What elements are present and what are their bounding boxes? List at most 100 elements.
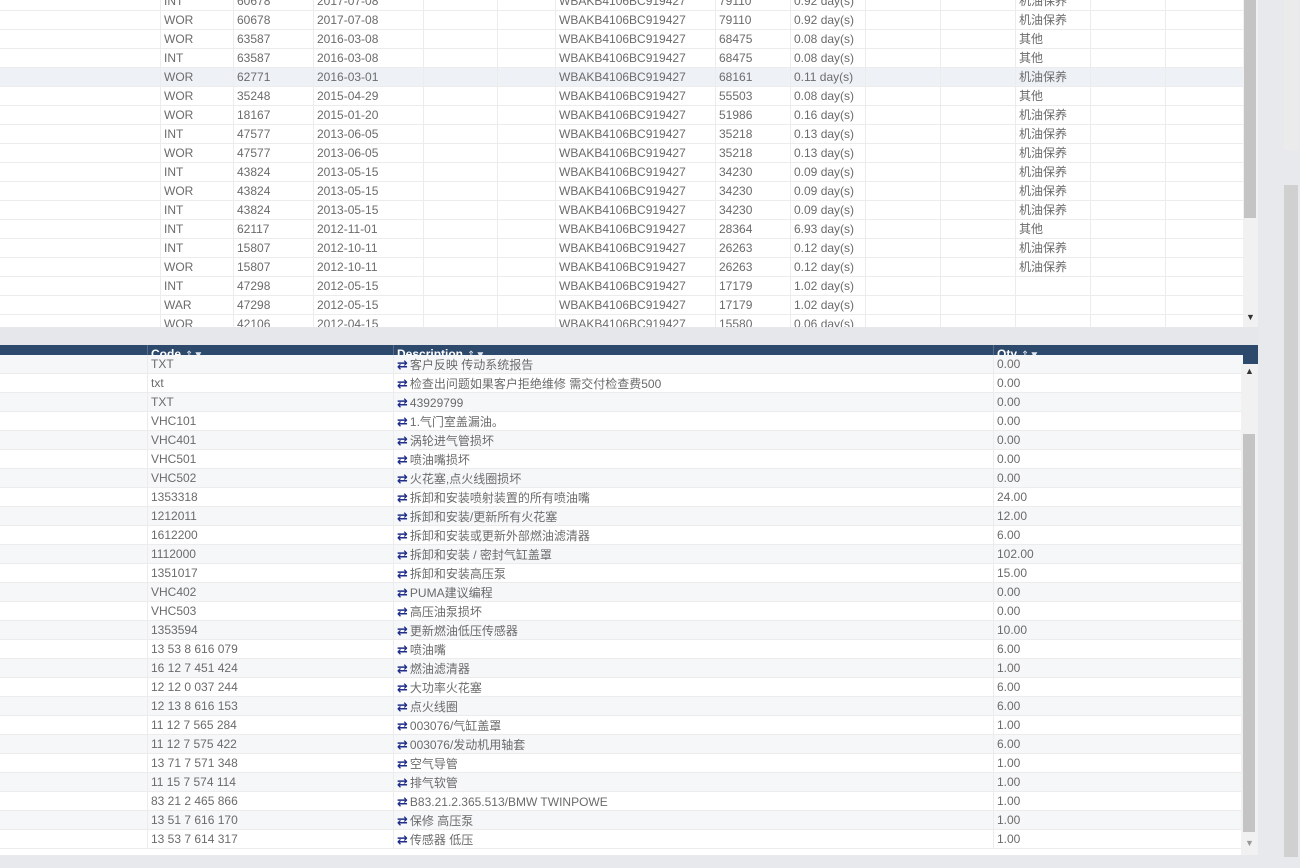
swap-arrows-icon[interactable]: ⇄: [397, 737, 408, 752]
history-scrollbar[interactable]: ▼: [1243, 0, 1258, 327]
history-row[interactable]: WOR 47577 2013-06-05 WBAKB4106BC919427 35218…: [0, 144, 1243, 163]
swap-arrows-icon[interactable]: ⇄: [397, 547, 408, 562]
swap-arrows-icon[interactable]: ⇄: [397, 642, 408, 657]
swap-arrows-icon[interactable]: ⇄: [397, 528, 408, 543]
history-cell-empty: [423, 87, 497, 106]
scroll-down-arrow-icon[interactable]: ▼: [1246, 312, 1255, 322]
item-row[interactable]: 1212011 ⇄ 拆卸和安装/更新所有火花塞 12.00: [0, 507, 1243, 526]
history-row[interactable]: WOR 35248 2015-04-29 WBAKB4106BC919427 55503…: [0, 87, 1243, 106]
swap-arrows-icon[interactable]: ⇄: [397, 623, 408, 638]
item-row[interactable]: 13 53 7 614 317 ⇄ 传感器 低压 1.00: [0, 830, 1243, 849]
history-row[interactable]: WOR 62771 2016-03-01 WBAKB4106BC919427 68161…: [0, 68, 1243, 87]
item-row[interactable]: 1353318 ⇄ 拆卸和安装喷射装置的所有喷油嘴 24.00: [0, 488, 1243, 507]
history-row[interactable]: INT 60678 2017-07-08 WBAKB4106BC919427 79110…: [0, 0, 1243, 11]
scroll-up-arrow-icon[interactable]: ▲: [1245, 366, 1254, 376]
item-row[interactable]: 11 15 7 574 114 ⇄ 排气软管 1.00: [0, 773, 1243, 792]
item-code: 1353318: [147, 488, 393, 507]
history-cell-empty: [940, 163, 1015, 182]
items-scroll-thumb[interactable]: [1243, 434, 1255, 832]
swap-arrows-icon[interactable]: ⇄: [397, 566, 408, 581]
history-row[interactable]: INT 43824 2013-05-15 WBAKB4106BC919427 34230…: [0, 201, 1243, 220]
history-cell-dur: 0.08 day(s): [790, 87, 865, 106]
history-row[interactable]: WOR 15807 2012-10-11 WBAKB4106BC919427 26263…: [0, 258, 1243, 277]
item-description-cell: ⇄ 检查出问题如果客户拒绝维修 需交付检查费500: [393, 374, 993, 393]
page-scrollbar[interactable]: [1268, 0, 1300, 868]
item-row[interactable]: VHC402 ⇄ PUMA建议编程 0.00: [0, 583, 1243, 602]
swap-arrows-icon[interactable]: ⇄: [397, 699, 408, 714]
swap-arrows-icon[interactable]: ⇄: [397, 775, 408, 790]
item-row[interactable]: 13 71 7 571 348 ⇄ 空气导管 1.00: [0, 754, 1243, 773]
swap-arrows-icon[interactable]: ⇄: [397, 832, 408, 847]
history-cell-dur: 0.09 day(s): [790, 182, 865, 201]
item-row[interactable]: 12 12 0 037 244 ⇄ 大功率火花塞 6.00: [0, 678, 1243, 697]
item-qty: 0.00: [993, 583, 1243, 602]
history-row[interactable]: INT 43824 2013-05-15 WBAKB4106BC919427 34230…: [0, 163, 1243, 182]
item-code: 1351017: [147, 564, 393, 583]
item-row[interactable]: 16 12 7 451 424 ⇄ 燃油滤清器 1.00: [0, 659, 1243, 678]
swap-arrows-icon[interactable]: ⇄: [397, 794, 408, 809]
swap-arrows-icon[interactable]: ⇄: [397, 718, 408, 733]
history-row[interactable]: INT 47577 2013-06-05 WBAKB4106BC919427 35218…: [0, 125, 1243, 144]
item-row[interactable]: 13 51 7 616 170 ⇄ 保修 高压泵 1.00: [0, 811, 1243, 830]
item-row[interactable]: VHC401 ⇄ 涡轮进气管损坏 0.00: [0, 431, 1243, 450]
swap-arrows-icon[interactable]: ⇄: [397, 414, 408, 429]
swap-arrows-icon[interactable]: ⇄: [397, 680, 408, 695]
item-row[interactable]: TXT ⇄ 客户反映 传动系统报告 0.00: [0, 355, 1243, 374]
swap-arrows-icon[interactable]: ⇄: [397, 756, 408, 771]
item-row[interactable]: 1353594 ⇄ 更新燃油低压传感器 10.00: [0, 621, 1243, 640]
item-row[interactable]: VHC501 ⇄ 喷油嘴损坏 0.00: [0, 450, 1243, 469]
item-row[interactable]: 1112000 ⇄ 拆卸和安装 / 密封气缸盖罩 102.00: [0, 545, 1243, 564]
page-scroll-thumb[interactable]: [1284, 185, 1298, 857]
item-row[interactable]: 1612200 ⇄ 拆卸和安装或更新外部燃油滤清器 6.00: [0, 526, 1243, 545]
swap-arrows-icon[interactable]: ⇄: [397, 471, 408, 486]
history-cell-empty: [423, 296, 497, 315]
swap-arrows-icon[interactable]: ⇄: [397, 813, 408, 828]
history-cell-empty: [1165, 0, 1243, 11]
swap-arrows-icon[interactable]: ⇄: [397, 490, 408, 505]
item-row[interactable]: VHC101 ⇄ 1.气门室盖漏油。 0.00: [0, 412, 1243, 431]
item-row[interactable]: 11 12 7 575 422 ⇄ 003076/发动机用轴套 6.00: [0, 735, 1243, 754]
swap-arrows-icon[interactable]: ⇄: [397, 661, 408, 676]
history-row[interactable]: INT 63587 2016-03-08 WBAKB4106BC919427 68475…: [0, 49, 1243, 68]
swap-arrows-icon[interactable]: ⇄: [397, 585, 408, 600]
history-row[interactable]: INT 47298 2012-05-15 WBAKB4106BC919427 17179…: [0, 277, 1243, 296]
scroll-down-arrow-icon[interactable]: ▼: [1245, 838, 1254, 848]
item-row[interactable]: 1351017 ⇄ 拆卸和安装高压泵 15.00: [0, 564, 1243, 583]
history-cell-vin: WBAKB4106BC919427: [555, 87, 715, 106]
item-row[interactable]: 83 21 2 465 866 ⇄ B83.21.2.365.513/BMW TWI…: [0, 792, 1243, 811]
history-row[interactable]: WOR 18167 2015-01-20 WBAKB4106BC919427 51986…: [0, 106, 1243, 125]
history-row[interactable]: WOR 42106 2012-04-15 WBAKB4106BC919427 15580…: [0, 315, 1243, 327]
item-row[interactable]: VHC502 ⇄ 火花塞,点火线圈损坏 0.00: [0, 469, 1243, 488]
item-row[interactable]: VHC503 ⇄ 高压油泵损坏 0.00: [0, 602, 1243, 621]
item-row[interactable]: 12 13 8 616 153 ⇄ 点火线圈 6.00: [0, 697, 1243, 716]
item-row[interactable]: 11 12 7 565 284 ⇄ 003076/气缸盖罩 1.00: [0, 716, 1243, 735]
items-scrollbar[interactable]: ▲ ▼: [1241, 364, 1258, 855]
history-row[interactable]: INT 15807 2012-10-11 WBAKB4106BC919427 26263…: [0, 239, 1243, 258]
swap-arrows-icon[interactable]: ⇄: [397, 452, 408, 467]
history-cell-num: 43824: [233, 201, 313, 220]
swap-arrows-icon[interactable]: ⇄: [397, 357, 408, 372]
item-row[interactable]: txt ⇄ 检查出问题如果客户拒绝维修 需交付检查费500 0.00: [0, 374, 1243, 393]
history-cell-empty: [940, 182, 1015, 201]
item-description-cell: ⇄ 传感器 低压: [393, 830, 993, 849]
swap-arrows-icon[interactable]: ⇄: [397, 604, 408, 619]
history-row[interactable]: WOR 60678 2017-07-08 WBAKB4106BC919427 79110…: [0, 11, 1243, 30]
item-code: VHC101: [147, 412, 393, 431]
history-scroll-thumb[interactable]: [1244, 0, 1256, 218]
item-cell-empty: [0, 450, 147, 469]
history-row[interactable]: WAR 47298 2012-05-15 WBAKB4106BC919427 17179…: [0, 296, 1243, 315]
history-cell-empty: [1165, 296, 1243, 315]
item-description: 客户反映 传动系统报告: [409, 358, 534, 372]
swap-arrows-icon[interactable]: ⇄: [397, 433, 408, 448]
panel-splitter[interactable]: [0, 327, 1258, 345]
history-cell-empty: [497, 220, 555, 239]
history-row[interactable]: WOR 63587 2016-03-08 WBAKB4106BC919427 68475…: [0, 30, 1243, 49]
item-row[interactable]: TXT ⇄ 43929799 0.00: [0, 393, 1243, 412]
swap-arrows-icon[interactable]: ⇄: [397, 395, 408, 410]
swap-arrows-icon[interactable]: ⇄: [397, 376, 408, 391]
history-row[interactable]: INT 62117 2012-11-01 WBAKB4106BC919427 28364…: [0, 220, 1243, 239]
history-row[interactable]: WOR 43824 2013-05-15 WBAKB4106BC919427 34230…: [0, 182, 1243, 201]
item-row[interactable]: 13 53 8 616 079 ⇄ 喷油嘴 6.00: [0, 640, 1243, 659]
swap-arrows-icon[interactable]: ⇄: [397, 509, 408, 524]
history-cell-num: 62771: [233, 68, 313, 87]
